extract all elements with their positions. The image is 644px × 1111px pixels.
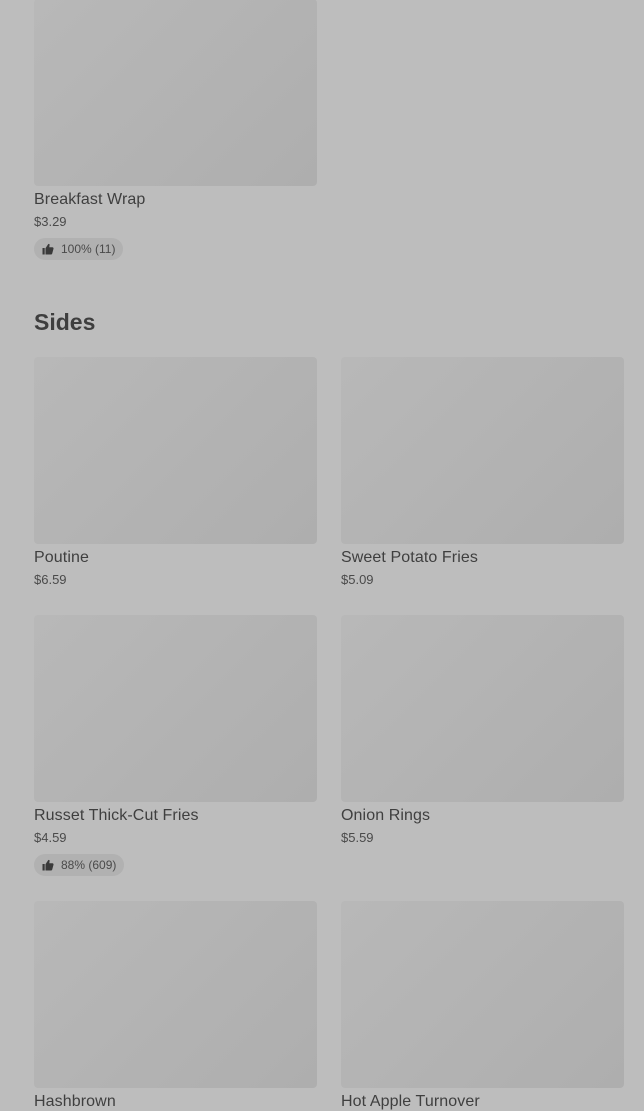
menu-item-price: $3.29: [34, 214, 67, 229]
menu-item-price: $4.59: [34, 830, 67, 845]
menu-item-image[interactable]: [34, 0, 317, 186]
thumbs-up-icon: [42, 243, 54, 255]
menu-item-card[interactable]: Onion Rings $5.59: [341, 615, 624, 845]
rating-text: 100% (11): [61, 242, 116, 256]
menu-item-card[interactable]: Hashbrown: [34, 901, 317, 1111]
menu-item-card[interactable]: Breakfast Wrap $3.29 100% (11): [34, 0, 317, 260]
menu-item-name: Breakfast Wrap: [34, 191, 146, 208]
menu-item-name: Russet Thick-Cut Fries: [34, 807, 199, 824]
menu-item-price: $5.59: [341, 830, 374, 845]
menu-item-image[interactable]: [341, 357, 624, 544]
menu-item-image[interactable]: [341, 615, 624, 802]
rating-badge: 88% (609): [34, 854, 125, 876]
menu-item-price: $5.09: [341, 572, 374, 587]
menu-item-card[interactable]: Poutine $6.59: [34, 357, 317, 587]
menu-item-card[interactable]: Sweet Potato Fries $5.09: [341, 357, 624, 587]
menu-item-name: Poutine: [34, 549, 89, 566]
menu-item-card[interactable]: Russet Thick-Cut Fries $4.59 88% (609): [34, 615, 317, 876]
menu-item-name: Hashbrown: [34, 1093, 116, 1110]
menu-item-image[interactable]: [341, 901, 624, 1088]
rating-text: 88% (609): [61, 858, 117, 872]
menu-item-name: Hot Apple Turnover: [341, 1093, 480, 1110]
menu-item-name: Sweet Potato Fries: [341, 549, 478, 566]
menu-item-image[interactable]: [34, 901, 317, 1088]
menu-item-image[interactable]: [34, 357, 317, 544]
rating-badge: 100% (11): [34, 238, 124, 260]
thumbs-up-icon: [42, 859, 54, 871]
section-title-sides: Sides: [34, 309, 96, 335]
menu-item-card[interactable]: Hot Apple Turnover: [341, 901, 624, 1111]
menu-item-image[interactable]: [34, 615, 317, 802]
menu-item-name: Onion Rings: [341, 807, 431, 824]
menu-item-price: $6.59: [34, 572, 67, 587]
